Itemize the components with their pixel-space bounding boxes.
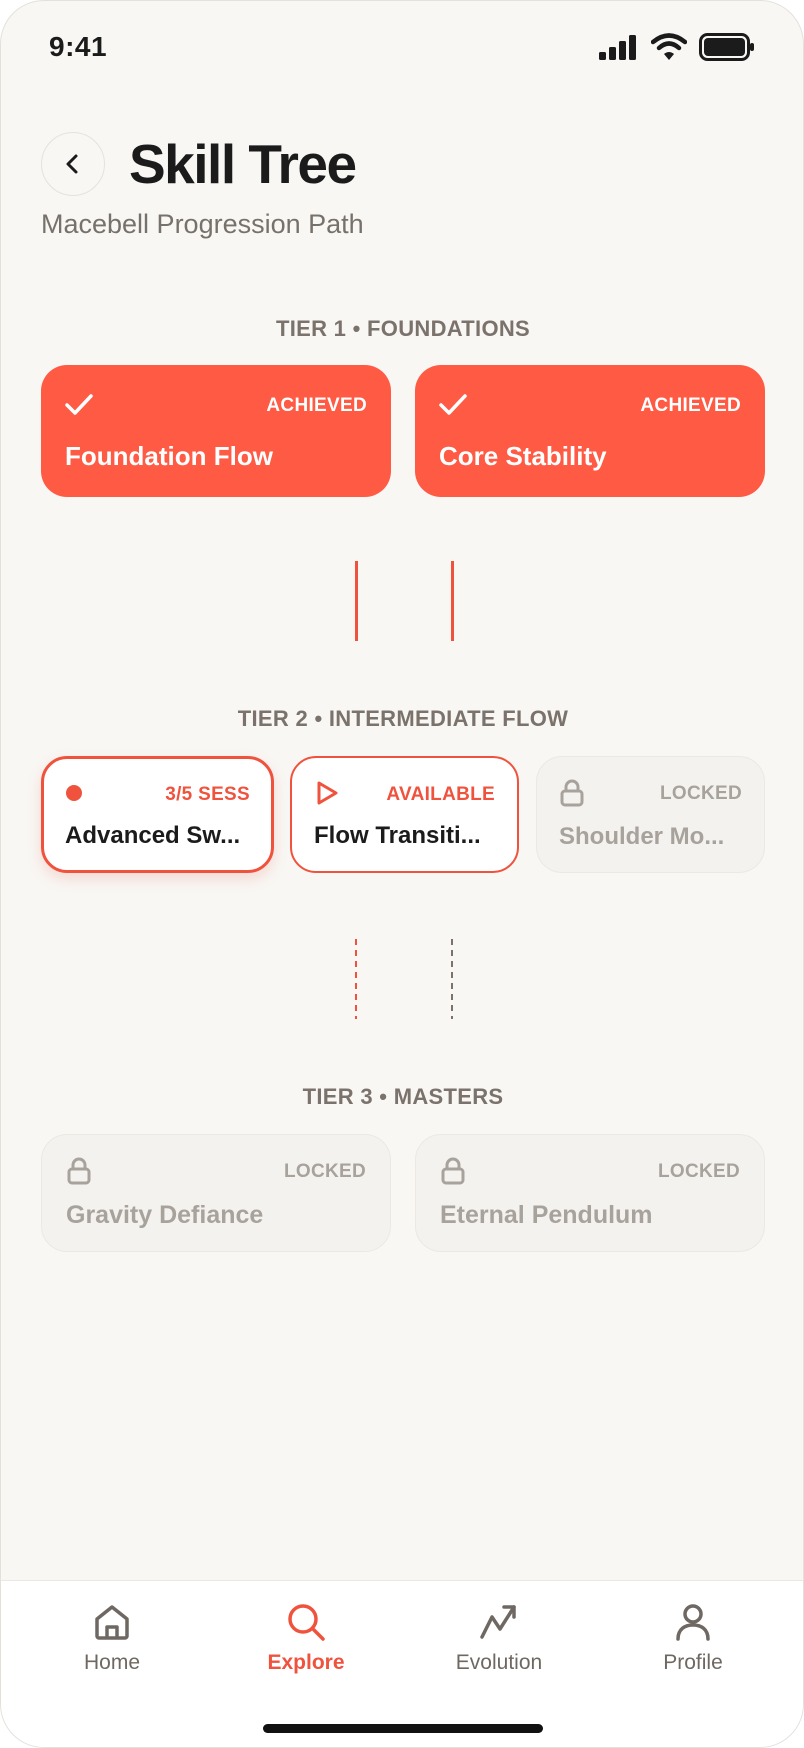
nav-label: Home: [83, 1651, 141, 1674]
home-icon: [95, 1605, 129, 1640]
skill-card-foundation-flow[interactable]: ACHIEVED Foundation Flow: [41, 365, 391, 497]
skill-card-flow-transitions[interactable]: AVAILABLE Flow Transiti...: [290, 756, 519, 873]
status-time: 9:41: [49, 31, 108, 62]
search-icon: [288, 1604, 325, 1641]
skill-card-advanced-swings[interactable]: 3/5 SESS Advanced Sw...: [41, 756, 274, 873]
card-title: Core Stability: [439, 441, 607, 471]
tier-connector: [451, 561, 454, 641]
play-icon: [317, 781, 338, 805]
nav-item-explore[interactable]: Explore: [226, 1601, 386, 1675]
nav-label: Explore: [267, 1651, 345, 1674]
check-icon: [439, 394, 467, 415]
card-title: Gravity Defiance: [66, 1201, 264, 1229]
card-status: LOCKED: [657, 1161, 740, 1182]
nav-item-home[interactable]: Home: [32, 1601, 192, 1675]
card-status: AVAILABLE: [386, 784, 495, 805]
card-title: Flow Transiti...: [314, 822, 481, 849]
tier-connector-dashed: [355, 939, 357, 1019]
trend-icon: [480, 1605, 516, 1639]
page-subtitle: Macebell Progression Path: [41, 209, 364, 239]
skill-card-eternal-pendulum[interactable]: LOCKED Eternal Pendulum: [415, 1134, 765, 1252]
tier-3-label: TIER 3 • MASTERS: [302, 1084, 504, 1109]
skill-card-gravity-defiance[interactable]: LOCKED Gravity Defiance: [41, 1134, 391, 1252]
user-icon: [676, 1604, 710, 1641]
home-indicator: [263, 1724, 543, 1733]
phone-screen: 9:41 Skill Tree Macebell Progression Pat…: [0, 0, 804, 1748]
status-icons: [599, 33, 755, 61]
card-title: Foundation Flow: [65, 441, 273, 471]
nav-label: Evolution: [455, 1651, 543, 1674]
card-title: Shoulder Mo...: [559, 823, 725, 850]
lock-icon: [67, 1157, 91, 1185]
back-button[interactable]: [41, 132, 105, 196]
tier-1-label: TIER 1 • FOUNDATIONS: [275, 316, 531, 341]
card-status: LOCKED: [659, 783, 742, 804]
signal-icon: [599, 35, 636, 60]
wifi-icon: [651, 33, 687, 60]
battery-icon: [699, 33, 754, 61]
lock-icon: [441, 1157, 465, 1185]
nav-label: Profile: [663, 1651, 723, 1674]
card-status: ACHIEVED: [640, 395, 741, 416]
card-title: Eternal Pendulum: [440, 1201, 653, 1229]
lock-icon: [560, 779, 584, 807]
skill-card-shoulder-mobility[interactable]: LOCKED Shoulder Mo...: [536, 756, 765, 873]
tier-2-label: TIER 2 • INTERMEDIATE FLOW: [237, 706, 569, 731]
nav-item-profile[interactable]: Profile: [613, 1601, 773, 1675]
card-title: Advanced Sw...: [65, 822, 241, 849]
page-title: Skill Tree: [129, 133, 357, 195]
tier-connector: [355, 561, 358, 641]
tier-connector-dashed: [451, 939, 453, 1019]
card-status: ACHIEVED: [266, 395, 367, 416]
progress-dot-icon: [66, 785, 82, 801]
chevron-left-icon: [66, 154, 78, 174]
card-status: LOCKED: [283, 1161, 366, 1182]
bottom-nav: Home Explore Evolution Profile: [1, 1580, 803, 1747]
nav-item-evolution[interactable]: Evolution: [419, 1601, 579, 1675]
card-status: 3/5 SESS: [165, 784, 250, 805]
skill-card-core-stability[interactable]: ACHIEVED Core Stability: [415, 365, 765, 497]
check-icon: [65, 394, 93, 415]
